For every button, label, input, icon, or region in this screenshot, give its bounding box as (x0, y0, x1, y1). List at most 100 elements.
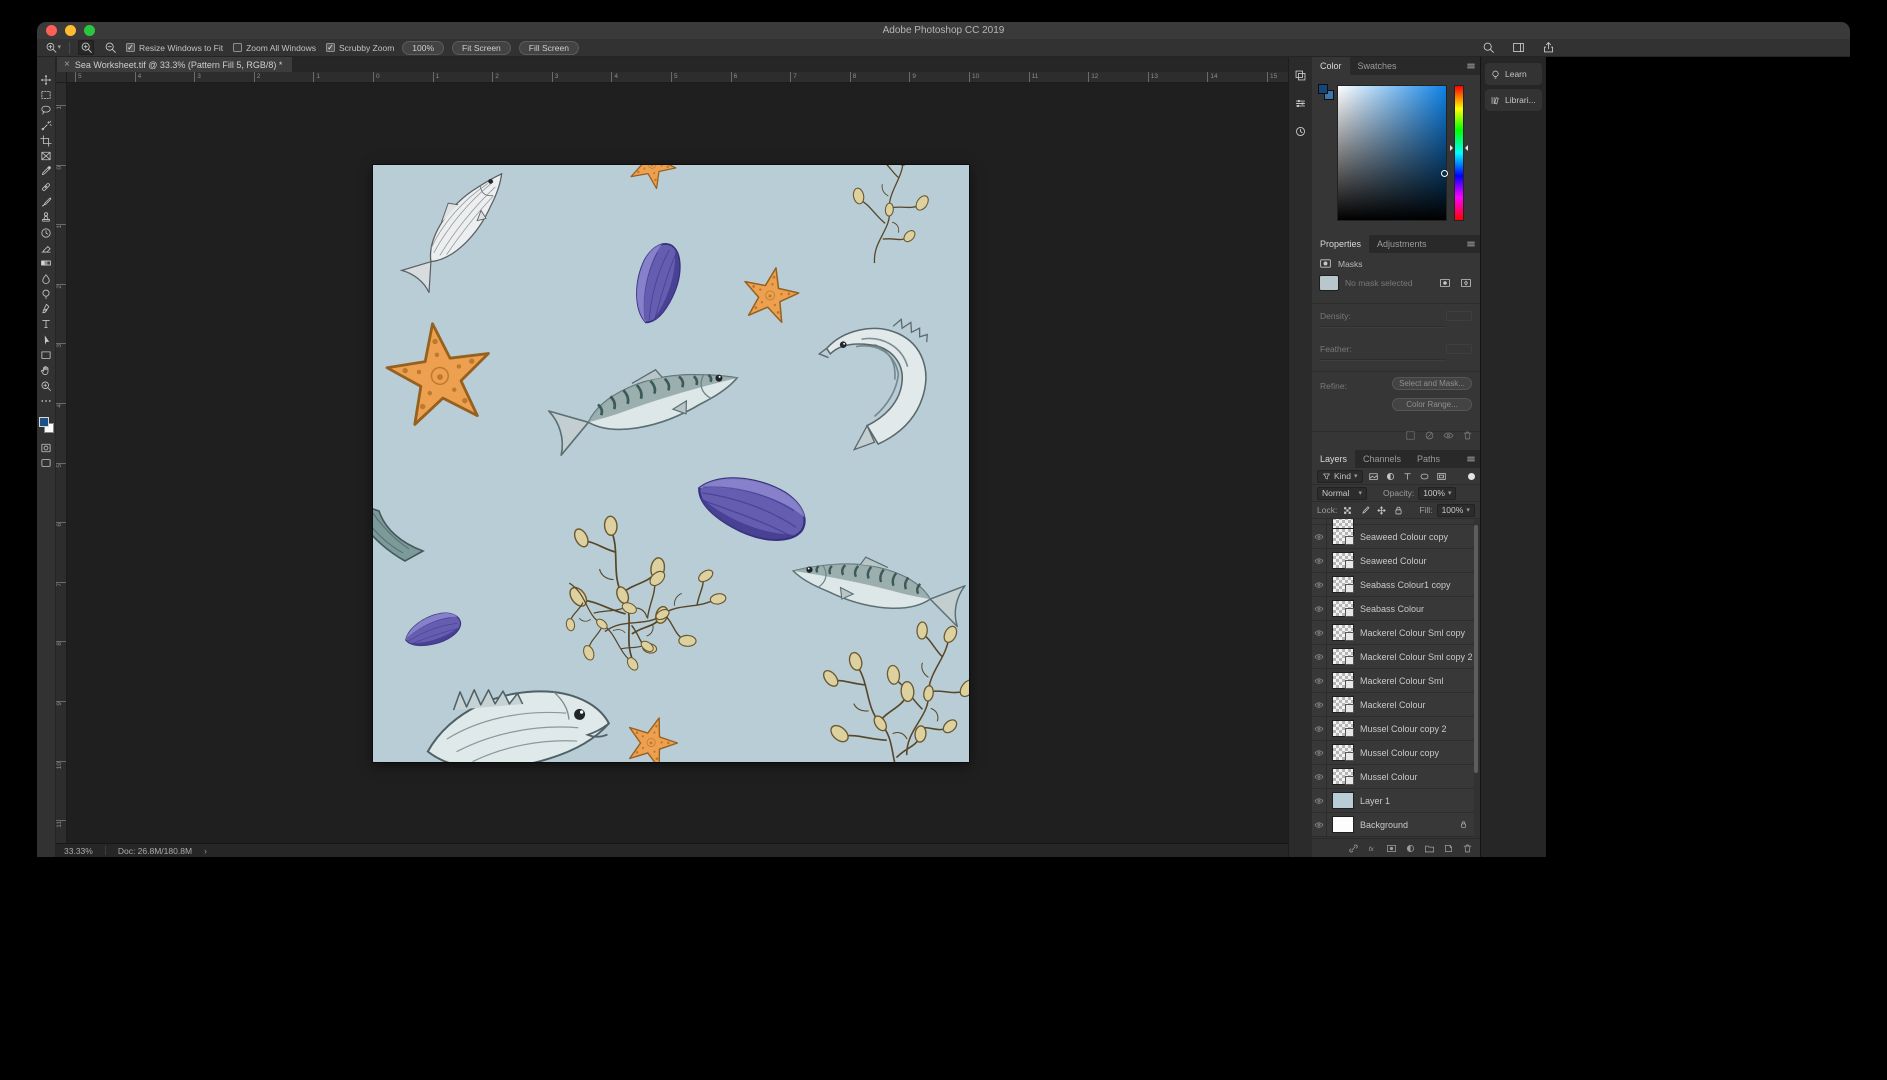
visibility-toggle[interactable] (1312, 789, 1327, 812)
visibility-toggle[interactable] (1312, 741, 1327, 764)
visibility-toggle[interactable] (1312, 669, 1327, 692)
fill-screen-button[interactable]: Fill Screen (519, 41, 579, 55)
move-tool[interactable] (37, 72, 55, 87)
brush-tool[interactable] (37, 194, 55, 209)
close-window-button[interactable] (46, 25, 57, 36)
fill-select[interactable]: 100% ▾ (1437, 504, 1475, 517)
visibility-toggle[interactable] (1312, 597, 1327, 620)
lasso-tool[interactable] (37, 103, 55, 118)
add-vector-mask-button[interactable] (1458, 277, 1473, 290)
add-layer-mask-button[interactable] (1385, 842, 1397, 854)
visibility-toggle[interactable] (1312, 717, 1327, 740)
blend-mode-select[interactable]: Normal ▾ (1317, 487, 1367, 500)
layer-filter-kind[interactable]: Kind ▾ (1317, 470, 1363, 483)
history-brush-tool[interactable] (37, 225, 55, 240)
vertical-ruler[interactable]: 10123456789101112 (56, 83, 67, 843)
layer-row[interactable]: Mackerel Colour Sml copy (1312, 621, 1474, 645)
tab-color[interactable]: Color (1312, 57, 1350, 75)
foreground-color-swatch[interactable] (39, 417, 49, 427)
eyedropper-tool[interactable] (37, 164, 55, 179)
color-panel-swatches[interactable] (1318, 84, 1336, 102)
select-and-mask-button[interactable]: Select and Mask... (1392, 377, 1472, 390)
visibility-toggle[interactable] (1312, 765, 1327, 788)
visibility-toggle[interactable] (1312, 549, 1327, 572)
load-selection-button[interactable] (1405, 428, 1416, 446)
toggle-mask-button[interactable] (1443, 428, 1454, 446)
edit-toolbar-button[interactable] (37, 393, 55, 408)
tab-adjustments[interactable]: Adjustments (1369, 235, 1435, 253)
hue-slider[interactable] (1454, 85, 1464, 221)
layer-row[interactable]: Seabass Colour1 copy (1312, 573, 1474, 597)
share-button[interactable] (1540, 40, 1556, 55)
fullscreen-window-button[interactable] (84, 25, 95, 36)
visibility-toggle[interactable] (1312, 693, 1327, 716)
workspace-switcher-button[interactable] (1510, 40, 1526, 55)
zoom-out-button[interactable] (102, 40, 118, 55)
color-panel-menu[interactable] (1466, 57, 1476, 75)
foreground-color-mini[interactable] (1318, 84, 1328, 94)
zoom-100-button[interactable]: 100% (402, 41, 444, 55)
lock-position-button[interactable] (1375, 504, 1388, 517)
properties-panel-menu[interactable] (1466, 235, 1476, 253)
rectangle-tool[interactable] (37, 347, 55, 362)
collapsed-panel-button[interactable] (1293, 123, 1309, 139)
option-resize-windows-to-fit[interactable]: ✓Resize Windows to Fit (126, 43, 223, 53)
apply-mask-button[interactable] (1424, 428, 1435, 446)
fit-screen-button[interactable]: Fit Screen (452, 41, 511, 55)
layer-row[interactable]: Layer 1 (1312, 789, 1474, 813)
tab-properties[interactable]: Properties (1312, 235, 1369, 253)
visibility-toggle[interactable] (1312, 645, 1327, 668)
delete-mask-button[interactable] (1462, 428, 1473, 446)
add-pixel-mask-button[interactable] (1437, 277, 1452, 290)
dodge-tool[interactable] (37, 286, 55, 301)
tool-preset-dropdown[interactable]: ▾ (45, 40, 61, 55)
new-layer-button[interactable] (1442, 842, 1454, 854)
layer-filter-toggle[interactable] (1468, 473, 1475, 480)
layer-row[interactable]: Seabass Colour (1312, 597, 1474, 621)
color-picker-marker[interactable] (1441, 170, 1448, 177)
screen-mode-button[interactable] (37, 456, 55, 471)
delete-layer-button[interactable] (1461, 842, 1473, 854)
lock-pixels-button[interactable] (1358, 504, 1371, 517)
color-swatches[interactable] (37, 415, 55, 441)
type-filter-button[interactable] (1401, 470, 1414, 483)
pen-tool[interactable] (37, 301, 55, 316)
gradient-tool[interactable] (37, 256, 55, 271)
density-slider[interactable] (1320, 326, 1446, 328)
canvas-pasteboard[interactable] (67, 83, 1288, 843)
frame-tool[interactable] (37, 148, 55, 163)
search-button[interactable] (1480, 40, 1496, 55)
option-zoom-all-windows[interactable]: Zoom All Windows (233, 43, 316, 53)
feather-slider[interactable] (1320, 359, 1446, 361)
layer-row[interactable]: Seaweed Colour copy (1312, 525, 1474, 549)
libraries-panel-button[interactable]: Librari... (1485, 89, 1542, 111)
layer-row[interactable]: Seaweed Colour (1312, 549, 1474, 573)
spot-healing-tool[interactable] (37, 179, 55, 194)
zoom-tool[interactable] (37, 378, 55, 393)
visibility-toggle[interactable] (1312, 525, 1327, 548)
tab-swatches[interactable]: Swatches (1350, 57, 1405, 75)
adjustment-filter-button[interactable] (1384, 470, 1397, 483)
zoom-in-button[interactable] (78, 40, 94, 55)
type-tool[interactable] (37, 317, 55, 332)
crop-tool[interactable] (37, 133, 55, 148)
lock-transparency-button[interactable] (1341, 504, 1354, 517)
layer-row[interactable]: Mussel Colour (1312, 765, 1474, 789)
canvas[interactable] (373, 165, 969, 762)
tab-channels[interactable]: Channels (1355, 450, 1409, 468)
eraser-tool[interactable] (37, 240, 55, 255)
tab-layers[interactable]: Layers (1312, 450, 1355, 468)
clone-stamp-tool[interactable] (37, 210, 55, 225)
quick-selection-tool[interactable] (37, 118, 55, 133)
visibility-toggle[interactable] (1312, 573, 1327, 596)
saturation-brightness-field[interactable] (1337, 85, 1447, 221)
link-layers-button[interactable] (1347, 842, 1359, 854)
tab-paths[interactable]: Paths (1409, 450, 1448, 468)
document-tab[interactable]: × Sea Worksheet.tif @ 33.3% (Pattern Fil… (57, 57, 292, 72)
title-bar[interactable]: Adobe Photoshop CC 2019 (37, 22, 1850, 39)
status-zoom-field[interactable]: 33.33% (64, 846, 93, 856)
learn-panel-button[interactable]: Learn (1485, 63, 1542, 85)
path-selection-tool[interactable] (37, 332, 55, 347)
blur-tool[interactable] (37, 271, 55, 286)
layer-row[interactable]: Background (1312, 813, 1474, 837)
